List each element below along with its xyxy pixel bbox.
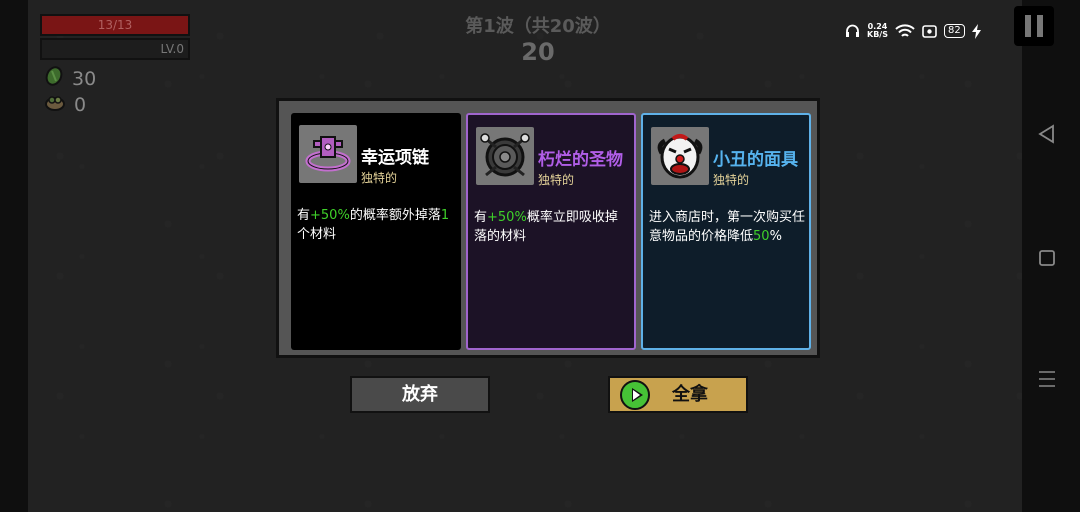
desc-highlight: 50 (753, 229, 770, 244)
item-name: 朽烂的圣物 (538, 150, 623, 170)
bag-counter: 0 (44, 92, 86, 117)
level-text: LV.0 (160, 42, 184, 56)
pause-button[interactable] (1014, 6, 1054, 46)
bag-count: 0 (74, 93, 87, 116)
wifi-icon (895, 23, 915, 39)
item-name: 幸运项链 (361, 148, 429, 168)
net-speed-unit: KB/S (867, 30, 888, 39)
pause-icon-bar-left (1025, 15, 1031, 37)
item-description: 进入商店时，第一次购买任意物品的价格降低50% (649, 208, 805, 246)
bag-icon (44, 92, 66, 117)
health-text: 13/13 (97, 18, 133, 32)
material-icon (44, 66, 64, 91)
desc-text: 个材料 (297, 227, 337, 242)
item-rarity: 独特的 (713, 173, 750, 187)
relic-icon (476, 127, 534, 185)
nav-recents-button[interactable] (1036, 368, 1058, 394)
back-triangle-icon (1038, 124, 1054, 144)
home-square-icon (1039, 250, 1055, 266)
necklace-icon (299, 125, 357, 183)
net-speed: 0.24 KB/S (867, 23, 888, 39)
desc-highlight: +50% (487, 210, 527, 225)
battery-indicator: 82 (943, 24, 965, 38)
desc-text: 有 (297, 208, 311, 223)
charging-icon (971, 23, 981, 39)
pause-icon-bar-right (1037, 15, 1043, 37)
wave-title: 第1波（共20波） (465, 16, 611, 37)
desc-text: 的概率额外掉落 (349, 208, 441, 223)
take-all-label: 全拿 (672, 384, 708, 405)
wave-timer: 20 (521, 38, 555, 66)
health-bar: 13/13 (40, 14, 190, 36)
item-description: 有+50%概率立即吸收掉落的材料 (474, 208, 630, 246)
screen-record-icon (922, 24, 937, 38)
take-all-button[interactable]: 全拿 (608, 376, 748, 413)
desc-text: 有 (474, 210, 488, 225)
nav-back-button[interactable] (1036, 123, 1058, 149)
item-rarity: 独特的 (361, 171, 398, 185)
item-description: 有+50%的概率额外掉落1 个材料 (297, 206, 457, 244)
item-name: 小丑的面具 (713, 150, 798, 170)
experience-bar: LV.0 (40, 38, 190, 60)
status-icons: 0.24 KB/S 82 (845, 20, 981, 42)
headphones-icon (845, 24, 860, 38)
nav-home-button[interactable] (1036, 247, 1058, 273)
menu-lines-icon (1039, 371, 1055, 387)
desc-highlight: +50% (310, 208, 350, 223)
desc-text: % (769, 229, 782, 244)
item-card-clown-mask[interactable]: 小丑的面具 独特的 进入商店时，第一次购买任意物品的价格降低50% (641, 113, 811, 350)
item-rarity: 独特的 (538, 173, 575, 187)
materials-count: 30 (72, 67, 97, 90)
discard-button[interactable]: 放弃 (350, 376, 490, 413)
item-card-rotten-relic[interactable]: 朽烂的圣物 独特的 有+50%概率立即吸收掉落的材料 (466, 113, 636, 350)
item-reward-panel: 幸运项链 独特的 有+50%的概率额外掉落1个材料 朽烂的圣物 独特的 有+50… (276, 98, 820, 358)
play-icon (620, 380, 650, 410)
materials-counter: 30 (44, 66, 96, 91)
clown-mask-icon (651, 127, 709, 185)
item-card-lucky-necklace[interactable]: 幸运项链 独特的 有+50%的概率额外掉落1 个材料 (291, 113, 461, 350)
desc-highlight: 1 (440, 208, 450, 223)
